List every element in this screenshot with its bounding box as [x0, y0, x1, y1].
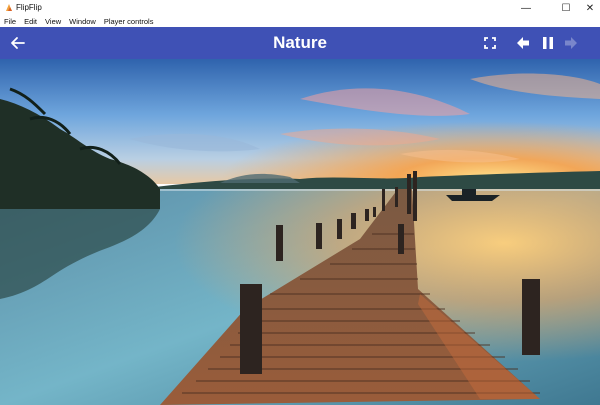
menu-bar: File Edit View Window Player controls [0, 17, 600, 27]
menu-window[interactable]: Window [69, 17, 96, 27]
app-logo-icon [6, 4, 12, 11]
player-header: Nature [0, 27, 600, 59]
menu-view[interactable]: View [45, 17, 61, 27]
maximize-icon: ☐ [561, 3, 571, 14]
window-titlebar: FlipFlip — ☐ ✕ [0, 0, 600, 17]
menu-player-controls[interactable]: Player controls [104, 17, 154, 27]
pier-sunset-photo [0, 59, 600, 405]
arrow-back-icon[interactable] [9, 35, 27, 51]
arrow-right-icon[interactable] [563, 35, 579, 51]
minimize-button[interactable]: — [512, 0, 540, 17]
menu-file[interactable]: File [4, 17, 16, 27]
minimize-icon: — [521, 3, 531, 14]
fullscreen-icon[interactable] [482, 35, 498, 51]
slideshow-image[interactable] [0, 59, 600, 405]
window-title: FlipFlip [16, 3, 42, 12]
close-button[interactable]: ✕ [576, 0, 600, 17]
close-icon: ✕ [585, 3, 595, 14]
arrow-left-icon[interactable] [515, 35, 531, 51]
player-title: Nature [273, 33, 327, 52]
menu-edit[interactable]: Edit [24, 17, 37, 27]
pause-icon[interactable] [540, 35, 556, 51]
